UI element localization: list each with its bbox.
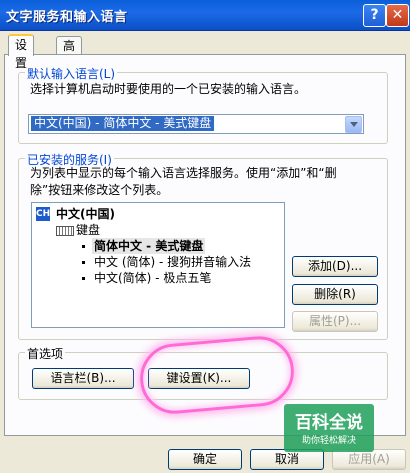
properties-button[interactable]: 属性(P)... [292,311,378,332]
default-language-select[interactable]: 中文(中国) - 简体中文 - 美式键盘 [28,114,364,134]
ok-button[interactable]: 确定 [168,449,242,470]
installed-services-description-2: 除”按钮来修改这个列表。 [30,183,169,197]
title-bar: 文字服务和输入语言 ? ✕ [0,0,410,31]
chevron-down-icon[interactable] [345,116,362,133]
bullet-icon [82,245,85,248]
language-icon: CH [36,207,51,221]
default-language-label: 默认输入语言(L) [25,65,118,82]
tree-category-keyboard[interactable]: 键盘 [76,222,100,238]
watermark-logo: 百科全说 助你轻松解决 [284,404,374,452]
close-button[interactable]: ✕ [386,4,409,27]
window-title: 文字服务和输入语言 [6,10,128,25]
apply-button[interactable]: 应用(A) [332,449,406,470]
tree-item[interactable]: 中文 (简体) - 搜狗拼音输入法 [94,254,251,270]
add-button[interactable]: 添加(D)... [292,256,378,277]
default-language-description: 选择计算机启动时要使用的一个已安装的输入语言。 [30,82,307,96]
watermark-main: 百科全说 [295,413,363,433]
installed-services-description-1: 为列表中显示的每个输入语言选择服务。使用“添加”和“删 [30,166,337,180]
help-button[interactable]: ? [363,4,386,27]
services-tree[interactable]: CH 中文(中国) 键盘 简体中文 - 美式键盘 中文 (简体) - 搜狗拼音输… [31,202,285,328]
remove-button[interactable]: 删除(R) [292,284,378,305]
tree-item[interactable]: 简体中文 - 美式键盘 [92,238,206,254]
language-bar-button[interactable]: 语言栏(B)... [32,368,134,389]
tab-advanced[interactable]: 高级 [56,36,83,71]
watermark-sub: 助你轻松解决 [301,436,356,446]
bullet-icon [82,261,85,264]
tree-language[interactable]: 中文(中国) [56,206,115,222]
cancel-button[interactable]: 取消 [250,449,324,470]
bullet-icon [82,277,85,280]
default-language-value: 中文(中国) - 简体中文 - 美式键盘 [31,116,215,131]
keyboard-icon [56,226,74,236]
preferences-label: 首选项 [25,345,66,362]
tab-settings[interactable]: 设置 [8,34,35,70]
tree-item[interactable]: 中文(简体) - 极点五笔 [94,270,211,286]
